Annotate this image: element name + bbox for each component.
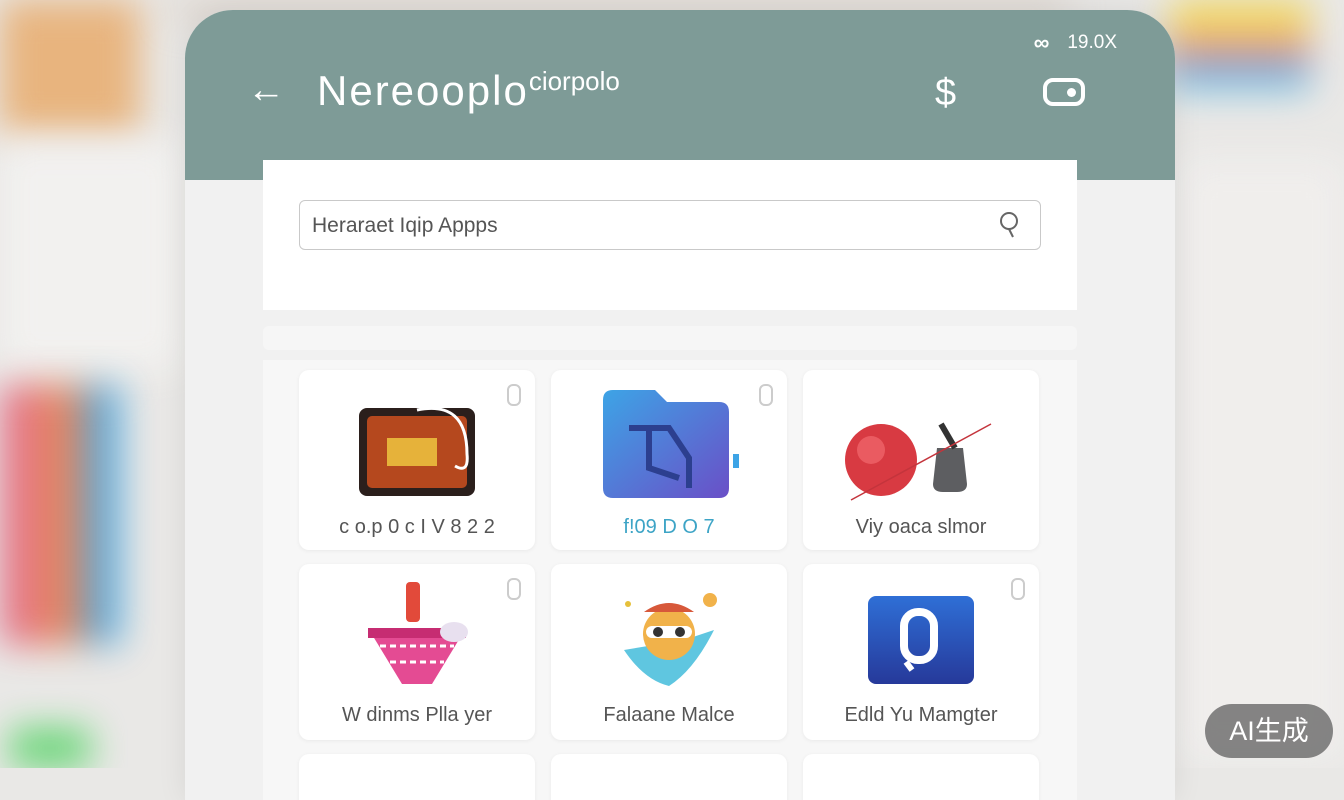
app-card[interactable]: c o.p 0 c I V 8 2 2 [299,370,535,550]
search-panel [263,160,1077,310]
app-card[interactable]: W dinms Plla yer [299,564,535,740]
app-label: f!09 D O 7 [623,516,715,538]
background-blob [1180,160,1344,760]
search-box [299,200,1041,250]
search-input[interactable] [310,201,994,250]
app-card[interactable] [551,754,787,800]
status-bar: ∞ 19.0X [1034,30,1117,56]
badge-icon [507,578,521,600]
folder-photo-icon [603,390,739,498]
dollar-icon[interactable]: $ [935,72,956,115]
phone-screen: ∞ 19.0X ← Nereooplociorpolo $ Heraraet I… [185,10,1175,800]
music-player-icon [368,582,468,684]
status-time: 19.0X [1067,32,1117,53]
badge-icon [1011,578,1025,600]
app-card[interactable] [803,754,1039,800]
boxing-glove-icon [845,422,992,501]
page-title-text: Nereooplo [317,67,529,114]
app-label: Edld Yu Mamgter [844,704,998,726]
background-blob [10,728,90,768]
page-title: Nereooplociorpolo [317,66,620,115]
app-label: W dinms Plla yer [341,704,493,726]
page-title-suffix: ciorpolo [528,66,620,96]
app-card[interactable]: Edld Yu Mamgter [803,564,1039,740]
signal-icon: ∞ [1033,30,1050,55]
toggle-icon[interactable] [1043,78,1085,106]
character-game-icon [624,593,717,686]
ai-generated-badge: AI生成 [1205,704,1333,758]
arcade-icon [359,407,475,496]
background-blob [0,385,120,645]
app-label: c o.p 0 c I V 8 2 2 [339,516,495,538]
app-bar: ∞ 19.0X ← Nereooplociorpolo $ [185,10,1175,180]
background-blob [0,0,140,135]
background-blob [1170,0,1310,90]
app-card[interactable]: Viy oaca slmor [803,370,1039,550]
app-card[interactable]: f!09 D O 7 [551,370,787,550]
app-card[interactable] [299,754,535,800]
badge-icon [507,384,521,406]
app-card[interactable]: Falaane Malce [551,564,787,740]
divider [263,326,1077,350]
app-label: Falaane Malce [603,704,735,726]
background-blob [0,140,180,370]
back-arrow-icon[interactable]: ← [247,70,291,110]
app-label: Viy oaca slmor [855,516,987,538]
file-manager-icon [868,596,974,684]
search-icon[interactable] [996,209,1026,239]
badge-icon [759,384,773,406]
app-grid: c o.p 0 c I V 8 2 2 f!09 D O 7 Viy oaca … [263,360,1077,800]
